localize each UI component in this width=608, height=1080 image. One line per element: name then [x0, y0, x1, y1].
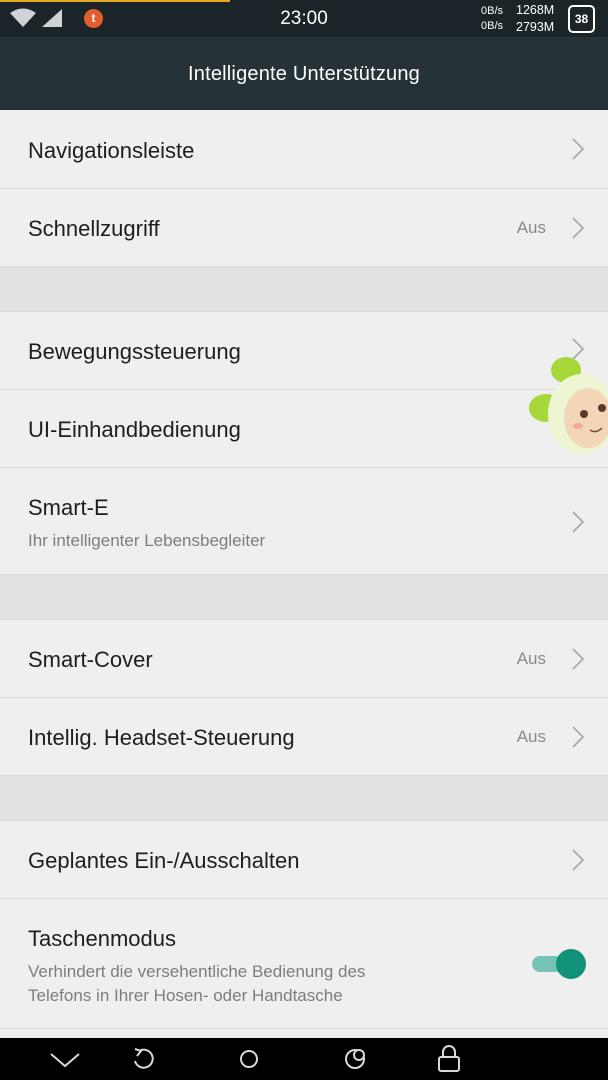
setting-headset-steuerung[interactable]: Intellig. Headset-Steuerung Aus: [0, 698, 608, 776]
chevron-right-icon: [572, 511, 584, 533]
section-divider: [0, 776, 608, 821]
setting-einhandbedienung[interactable]: UI-Einhandbedienung: [0, 390, 608, 468]
setting-label: Navigationsleiste: [28, 138, 195, 163]
setting-subtitle-line-2: Telefons in Ihrer Hosen- oder Handtasche: [28, 986, 343, 1005]
setting-bewegungssteuerung[interactable]: Bewegungssteuerung: [0, 312, 608, 390]
network-speed: 0B/s 0B/s: [481, 4, 503, 34]
net-up: 0B/s: [481, 5, 504, 17]
lock-icon[interactable]: [432, 1044, 466, 1074]
settings-list: Navigationsleiste Schnellzugriff Aus Bew…: [0, 110, 608, 1029]
page-title: Intelligente Unterstützung: [187, 63, 420, 85]
chevron-right-icon: [572, 849, 584, 871]
status-bar: t 23:00 0B/s 0B/s 1268M 2793M 38: [0, 0, 608, 37]
section-divider: [0, 267, 608, 312]
mem-line-1: 1268M: [516, 3, 555, 17]
setting-value: Aus: [516, 649, 546, 668]
chevron-right-icon: [572, 217, 584, 239]
chevron-right-icon: [572, 138, 584, 160]
setting-label: Smart-E: [28, 495, 109, 520]
toggle-knob: [556, 949, 586, 979]
chevron-right-icon: [572, 648, 584, 670]
taschenmodus-toggle[interactable]: [532, 949, 586, 979]
setting-smart-cover[interactable]: Smart-Cover Aus: [0, 620, 608, 698]
floating-assistant-mascot[interactable]: [526, 354, 608, 470]
setting-label: Smart-Cover: [28, 647, 153, 672]
setting-navigationsleiste[interactable]: Navigationsleiste: [0, 110, 608, 189]
recents-icon[interactable]: [338, 1044, 372, 1074]
chevron-right-icon: [572, 726, 584, 748]
chevron-down-icon[interactable]: [48, 1044, 82, 1074]
setting-schnellzugriff[interactable]: Schnellzugriff Aus: [0, 189, 608, 267]
setting-smart-e[interactable]: Smart-E Ihr intelligenter Lebensbegleite…: [0, 468, 608, 575]
setting-value: Aus: [516, 218, 546, 237]
battery-icon: 38: [568, 5, 595, 33]
net-down: 0B/s: [481, 20, 504, 32]
back-icon[interactable]: [126, 1044, 160, 1074]
setting-subtitle-line-1: Verhindert die versehentliche Bedienung …: [28, 962, 366, 981]
download-progress-bar: [0, 0, 230, 2]
app-header: Intelligente Unterstützung: [0, 37, 608, 110]
home-icon[interactable]: [232, 1044, 266, 1074]
setting-geplantes-ein-ausschalten[interactable]: Geplantes Ein-/Ausschalten: [0, 821, 608, 899]
navigation-bar: [0, 1038, 608, 1080]
setting-label: Taschenmodus: [28, 926, 176, 951]
setting-label: Schnellzugriff: [28, 216, 160, 241]
setting-subtitle: Ihr intelligenter Lebensbegleiter: [28, 531, 266, 550]
setting-taschenmodus[interactable]: Taschenmodus Verhindert die versehentlic…: [0, 899, 608, 1029]
setting-label: UI-Einhandbedienung: [28, 417, 241, 442]
mem-line-2: 2793M: [516, 20, 555, 34]
memory-info: 1268M 2793M: [516, 2, 554, 36]
setting-value: Aus: [516, 727, 546, 746]
section-divider: [0, 575, 608, 620]
setting-label: Bewegungssteuerung: [28, 339, 241, 364]
setting-label: Geplantes Ein-/Ausschalten: [28, 848, 300, 873]
setting-label: Intellig. Headset-Steuerung: [28, 725, 295, 750]
